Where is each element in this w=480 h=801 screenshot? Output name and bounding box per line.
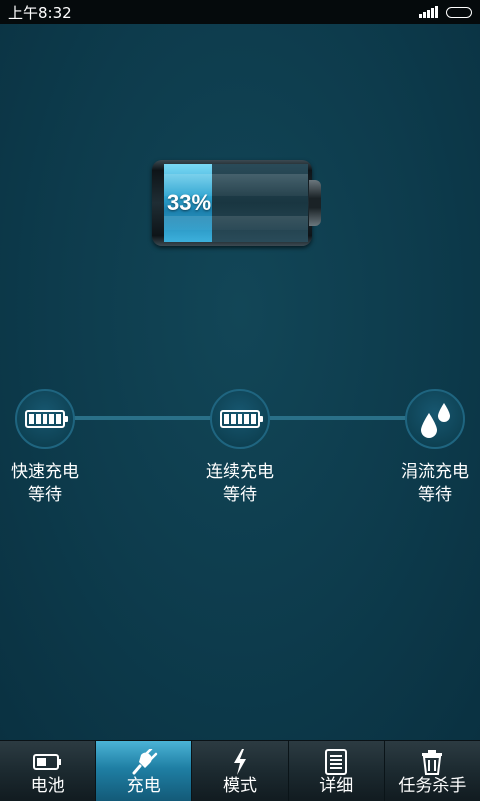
stage-icon-circle [210, 389, 270, 449]
tab-task-killer[interactable]: 任务杀手 [385, 741, 480, 801]
water-drops-icon [421, 403, 450, 438]
document-icon [325, 749, 348, 775]
lightning-icon [231, 749, 249, 775]
stage-status: 等待 [223, 485, 257, 505]
tab-label: 任务杀手 [398, 776, 467, 796]
stage-continuous-charging: 连续充电 等待 [180, 389, 300, 507]
bottom-navigation: 电池 充电 模式 详细 任务杀手 [0, 740, 480, 801]
battery-full-icon [25, 410, 68, 428]
stage-status: 等待 [418, 485, 452, 505]
stage-trickle-charging: 涓流充电 等待 [375, 389, 480, 507]
battery-highlight-lower [164, 216, 308, 230]
tab-charging[interactable]: 充电 [96, 741, 193, 801]
status-bar: 上午8:32 [0, 0, 480, 24]
main-panel [0, 24, 480, 740]
status-battery-icon [446, 6, 472, 18]
tab-label: 电池 [30, 776, 65, 796]
stage-title: 连续充电 [206, 462, 274, 482]
tab-details[interactable]: 详细 [289, 741, 385, 801]
stage-status: 等待 [28, 485, 62, 505]
stage-title: 涓流充电 [401, 462, 469, 482]
battery-cap [309, 180, 321, 226]
tab-battery[interactable]: 电池 [0, 741, 97, 801]
stage-title: 快速充电 [11, 462, 79, 482]
tab-label: 模式 [223, 776, 257, 796]
battery-full-icon [220, 410, 263, 428]
tab-label: 详细 [319, 776, 354, 796]
battery-percent-label: 33% [167, 190, 212, 215]
tab-label: 充电 [126, 776, 161, 796]
stage-icon-circle [15, 389, 75, 449]
stage-icon-circle [405, 389, 465, 449]
stage-fast-charging: 快速充电 等待 [0, 389, 105, 507]
signal-icon [419, 6, 438, 18]
status-time: 上午8:32 [8, 3, 72, 22]
status-indicators [419, 6, 472, 18]
plug-icon [130, 749, 158, 775]
battery-icon [32, 749, 63, 775]
trash-icon [421, 749, 443, 775]
tab-mode[interactable]: 模式 [192, 741, 289, 801]
